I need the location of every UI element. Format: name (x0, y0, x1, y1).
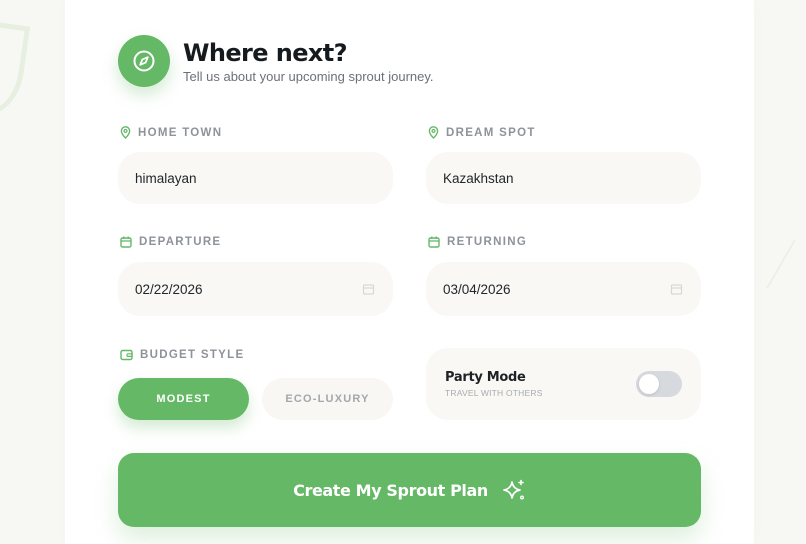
background-decoration (766, 240, 806, 288)
compass-icon (118, 35, 170, 87)
create-plan-button[interactable]: Create My Sprout Plan (118, 453, 701, 527)
map-pin-icon (428, 126, 439, 139)
returning-date-input[interactable]: 03/04/2026 (426, 262, 701, 316)
budget-option-eco-luxury[interactable]: ECO-LUXURY (262, 378, 393, 420)
leaf-decoration (0, 18, 31, 118)
departure-label: DEPARTURE (120, 236, 221, 248)
page-title: Where next? (183, 39, 348, 67)
party-mode-toggle[interactable] (636, 371, 682, 397)
departure-value: 02/22/2026 (135, 281, 203, 297)
home-town-input[interactable]: himalayan (118, 152, 393, 204)
wallet-icon (120, 349, 133, 361)
budget-style-label-text: BUDGET STYLE (140, 349, 245, 361)
sparkles-icon (503, 479, 524, 500)
home-town-value: himalayan (135, 170, 197, 186)
returning-label-text: RETURNING (447, 236, 528, 248)
departure-label-text: DEPARTURE (139, 236, 222, 248)
calendar-icon (120, 236, 132, 248)
calendar-picker-icon[interactable] (362, 283, 375, 295)
home-town-label: HOME TOWN (120, 126, 222, 139)
trip-form-card: Where next? Tell us about your upcoming … (65, 0, 754, 544)
page-subtitle: Tell us about your upcoming sprout journ… (183, 69, 434, 84)
departure-date-input[interactable]: 02/22/2026 (118, 262, 393, 316)
dream-spot-label-text: DREAM SPOT (446, 126, 536, 139)
budget-style-label: BUDGET STYLE (120, 349, 244, 361)
map-pin-icon (120, 126, 131, 139)
form-header: Where next? Tell us about your upcoming … (118, 35, 434, 87)
dream-spot-label: DREAM SPOT (428, 126, 536, 139)
dream-spot-value: Kazakhstan (443, 170, 514, 186)
returning-label: RETURNING (428, 236, 527, 248)
party-mode-card: Party Mode TRAVEL WITH OTHERS (426, 348, 701, 420)
home-town-label-text: HOME TOWN (138, 126, 223, 139)
budget-option-modest[interactable]: MODEST (118, 378, 249, 420)
create-plan-label: Create My Sprout Plan (293, 480, 488, 500)
party-mode-title: Party Mode (445, 370, 526, 385)
toggle-knob (639, 374, 659, 394)
party-mode-subtitle: TRAVEL WITH OTHERS (445, 388, 543, 398)
returning-value: 03/04/2026 (443, 281, 511, 297)
calendar-icon (428, 236, 440, 248)
dream-spot-input[interactable]: Kazakhstan (426, 152, 701, 204)
calendar-picker-icon[interactable] (670, 283, 683, 295)
